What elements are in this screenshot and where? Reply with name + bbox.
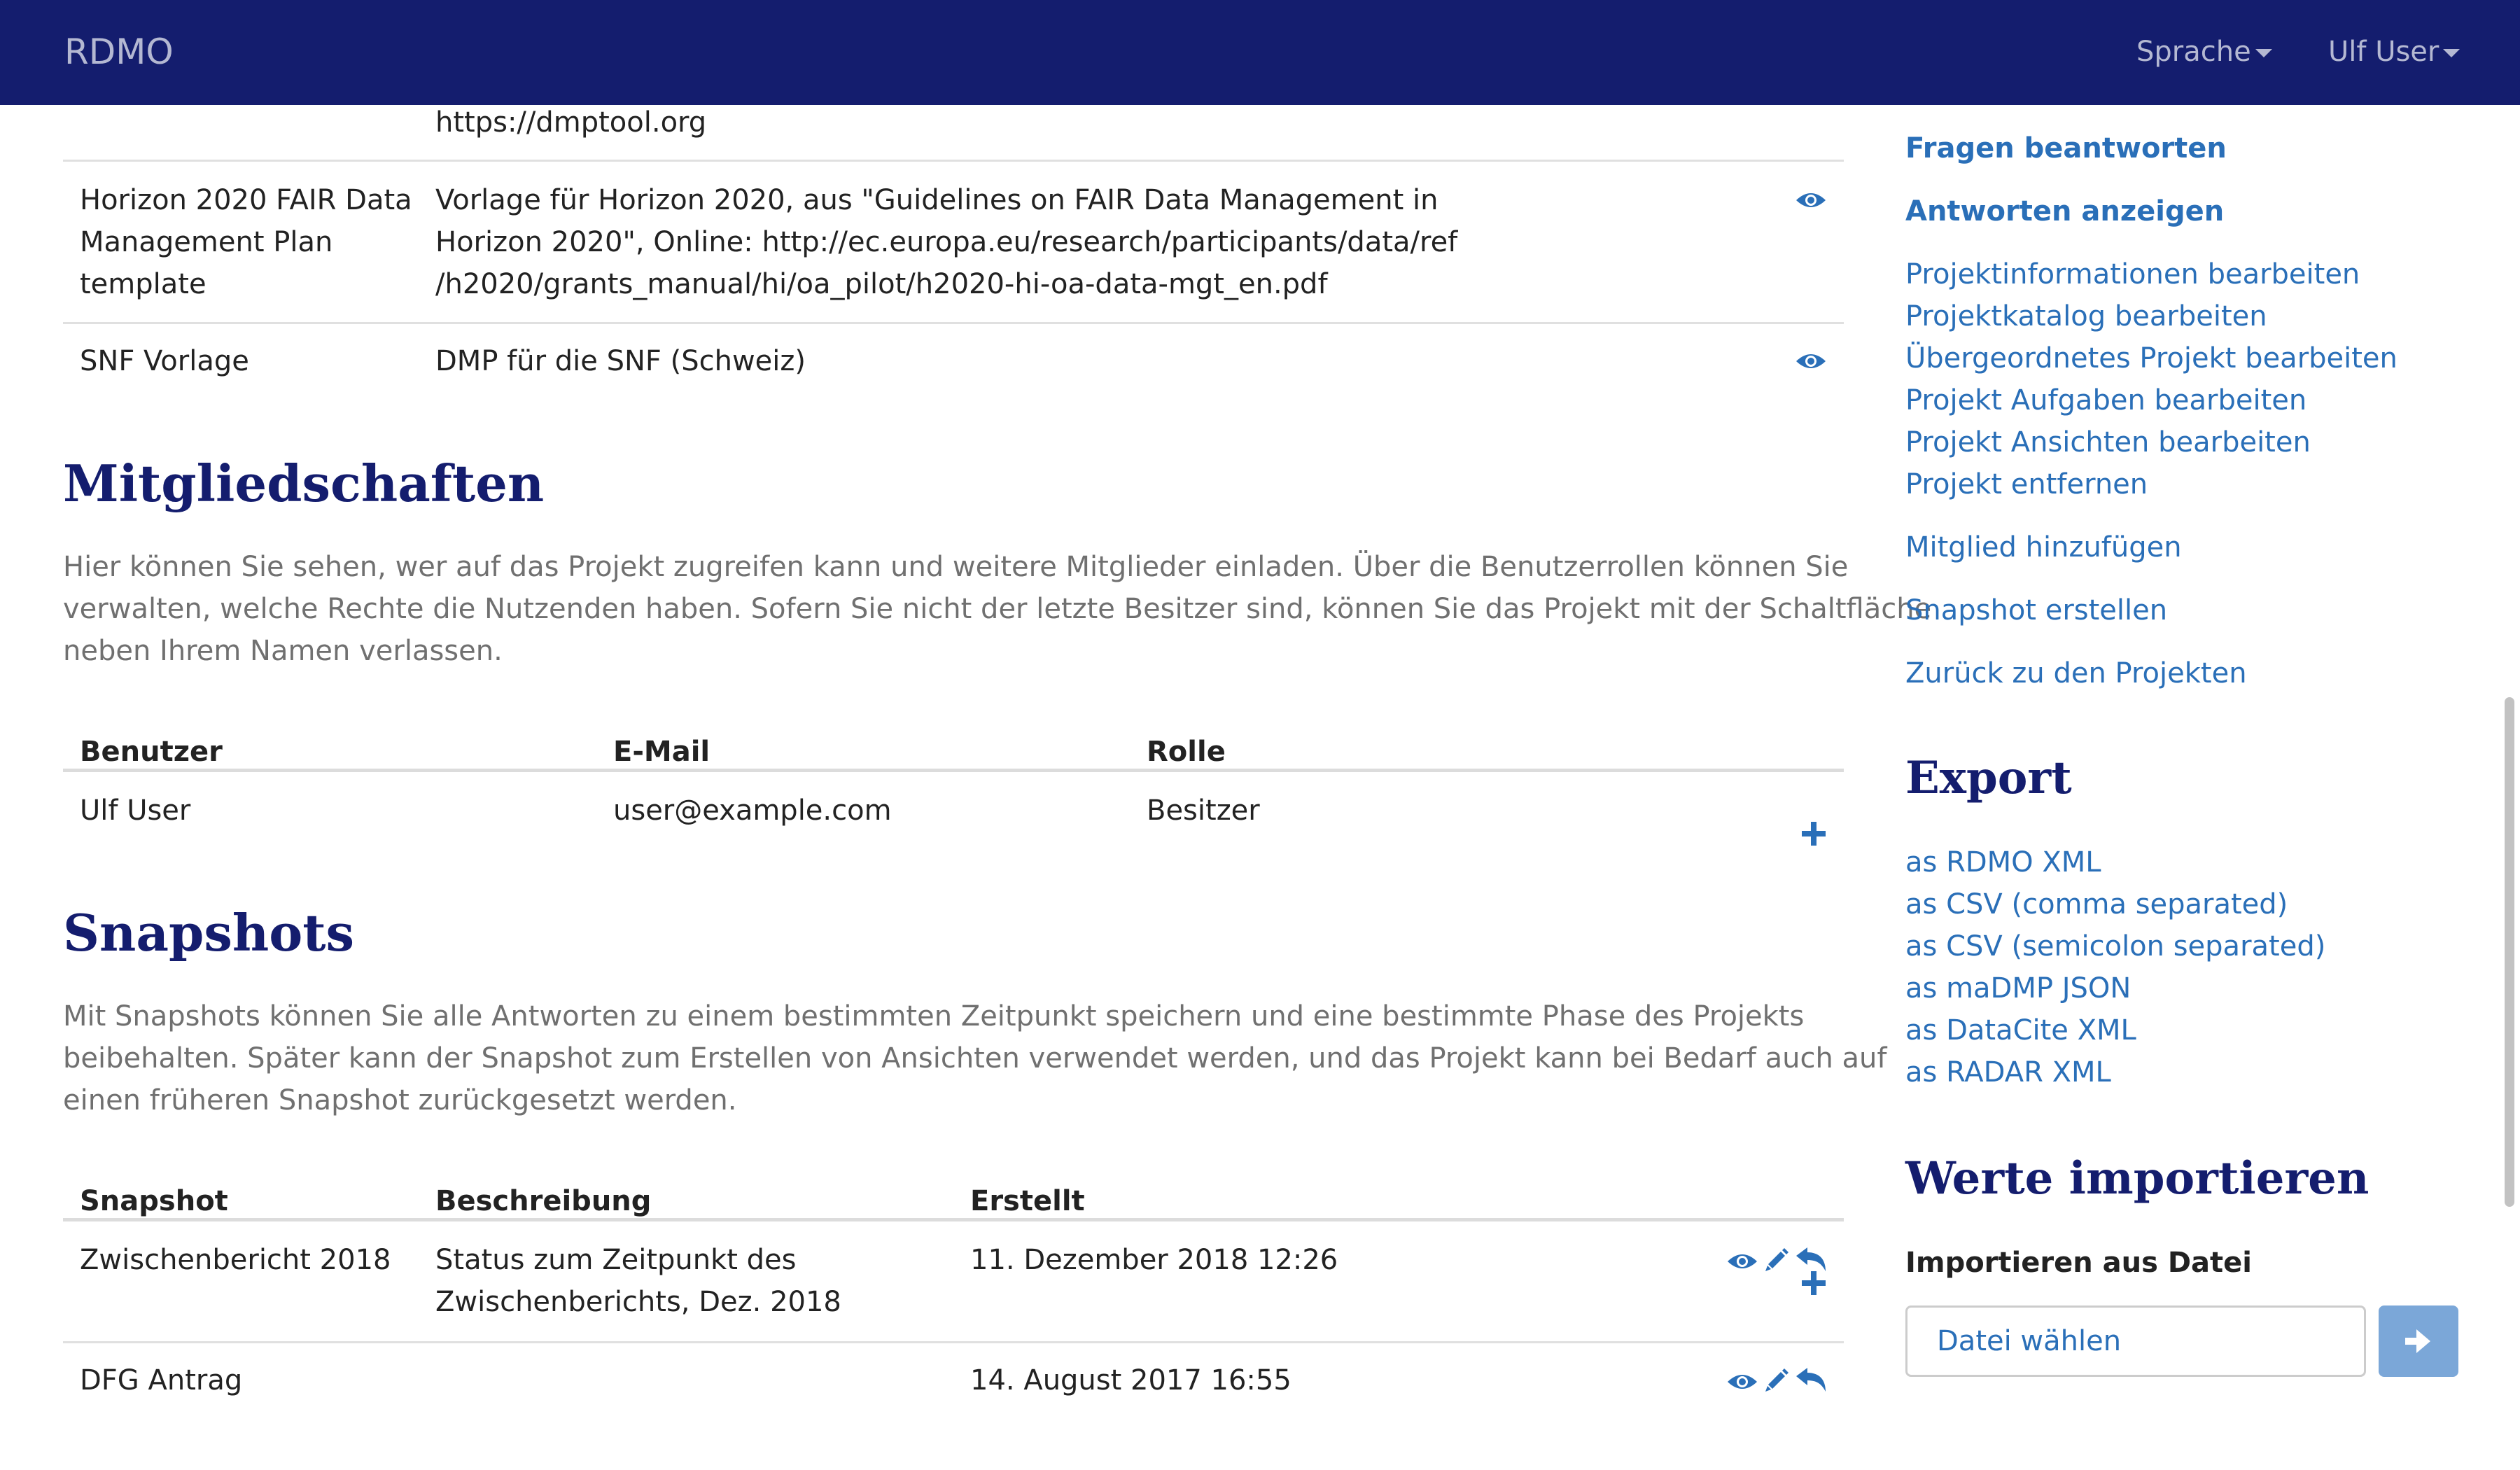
column-header-description: Beschreibung (435, 1185, 652, 1217)
plus-icon[interactable] (1802, 1271, 1826, 1295)
snapshots-intro-line: beibehalten. Später kann der Snapshot zu… (63, 1042, 1887, 1074)
caret-down-icon (2255, 49, 2272, 57)
eye-icon[interactable] (1795, 188, 1827, 212)
column-header-role: Rolle (1147, 736, 1226, 768)
table-divider (63, 160, 1844, 162)
export-heading: Export (1905, 752, 2072, 804)
memberships-intro-line: Hier können Sie sehen, wer auf das Proje… (63, 551, 1849, 583)
template-description-line: /h2020/grants_manual/hi/oa_pilot/h2020-h… (435, 268, 1328, 300)
sidebar-link-edit-catalog[interactable]: Projektkatalog bearbeiten (1905, 295, 2267, 337)
export-link-radar-xml[interactable]: as RADAR XML (1905, 1051, 2111, 1093)
template-link-horizon2020-line2[interactable]: Management Plan (80, 221, 332, 263)
import-heading: Werte importieren (1905, 1152, 2370, 1205)
sidebar-link-edit-views[interactable]: Projekt Ansichten bearbeiten (1905, 421, 2311, 463)
snapshot-description-line: Status zum Zeitpunkt des (435, 1244, 797, 1276)
snapshot-created: 14. August 2017 16:55 (970, 1364, 1292, 1396)
template-description-line: Vorlage für Horizon 2020, aus "Guideline… (435, 184, 1438, 216)
column-header-user: Benutzer (80, 736, 223, 768)
sidebar-link-back-to-projects[interactable]: Zurück zu den Projekten (1905, 652, 2247, 694)
member-email-link[interactable]: user@example.com (613, 790, 892, 832)
sidebar-link-edit-information[interactable]: Projektinformationen bearbeiten (1905, 253, 2360, 295)
memberships-heading: Mitgliedschaften (63, 454, 545, 513)
template-link-horizon2020-line1[interactable]: Horizon 2020 FAIR Data (80, 179, 412, 221)
memberships-intro-line: verwalten, welche Rechte die Nutzenden h… (63, 593, 1932, 625)
arrow-right-icon (2405, 1329, 2430, 1353)
member-role: Besitzer (1147, 794, 1260, 827)
table-divider (63, 1341, 1844, 1343)
snapshot-name: Zwischenbericht 2018 (80, 1244, 391, 1276)
template-link-snf[interactable]: SNF Vorlage (80, 340, 249, 382)
template-link-horizon2020-line3[interactable]: template (80, 263, 206, 305)
template-description-line: DMP für die SNF (Schweiz) (435, 345, 806, 377)
eye-icon[interactable] (1726, 1250, 1758, 1273)
pencil-icon[interactable] (1763, 1366, 1791, 1394)
snapshot-description-line: Zwischenberichts, Dez. 2018 (435, 1286, 841, 1318)
eye-icon[interactable] (1795, 349, 1827, 373)
sidebar-link-add-member[interactable]: Mitglied hinzufügen (1905, 526, 2182, 568)
file-input[interactable]: Datei wählen (1905, 1306, 2366, 1377)
sidebar-link-answer-questions[interactable]: Fragen beantworten (1905, 127, 2227, 169)
table-header-divider (63, 769, 1844, 772)
sidebar-link-edit-parent[interactable]: Übergeordnetes Projekt bearbeiten (1905, 337, 2398, 379)
brand-logo[interactable]: RDMO (64, 31, 174, 73)
export-link-datacite-xml[interactable]: as DataCite XML (1905, 1009, 2136, 1051)
user-dropdown[interactable]: Ulf User (2328, 32, 2460, 71)
export-link-csv-comma[interactable]: as CSV (comma separated) (1905, 883, 2288, 925)
sidebar-link-view-answers[interactable]: Antworten anzeigen (1905, 190, 2224, 232)
file-input-button-label: Datei wählen (1937, 1325, 2122, 1357)
import-file-label: Importieren aus Datei (1905, 1247, 2252, 1279)
reply-icon[interactable] (1795, 1246, 1827, 1274)
language-dropdown[interactable]: Sprache (2136, 32, 2272, 71)
sidebar-link-edit-tasks[interactable]: Projekt Aufgaben bearbeiten (1905, 379, 2306, 421)
template-description-partial: https://dmptool.org (435, 106, 707, 139)
sidebar-link-delete-project[interactable]: Projekt entfernen (1905, 463, 2148, 505)
navbar: RDMO Sprache Ulf User (0, 0, 2520, 105)
pencil-icon[interactable] (1763, 1246, 1791, 1274)
eye-icon[interactable] (1726, 1370, 1758, 1394)
caret-down-icon (2443, 49, 2460, 57)
export-link-csv-semicolon[interactable]: as CSV (semicolon separated) (1905, 925, 2325, 967)
table-divider (63, 322, 1844, 324)
scrollbar-thumb[interactable] (2505, 697, 2514, 1207)
plus-icon[interactable] (1802, 822, 1826, 846)
language-dropdown-label: Sprache (2136, 36, 2251, 68)
export-link-rdmo-xml[interactable]: as RDMO XML (1905, 841, 2101, 883)
template-description-line: Horizon 2020", Online: http://ec.europa.… (435, 226, 1458, 258)
column-header-snapshot: Snapshot (80, 1185, 228, 1217)
table-header-divider (63, 1218, 1844, 1222)
memberships-intro-line: neben Ihrem Namen verlassen. (63, 635, 503, 667)
import-submit-button[interactable] (2379, 1306, 2458, 1377)
snapshots-intro-line: Mit Snapshots können Sie alle Antworten … (63, 1000, 1805, 1032)
column-header-created: Erstellt (970, 1185, 1085, 1217)
snapshot-name: DFG Antrag (80, 1364, 243, 1396)
member-user: Ulf User (80, 794, 191, 827)
snapshots-intro-line: einen früheren Snapshot zurückgesetzt we… (63, 1084, 737, 1116)
sidebar-link-create-snapshot[interactable]: Snapshot erstellen (1905, 589, 2167, 631)
reply-icon[interactable] (1795, 1366, 1827, 1394)
snapshots-heading: Snapshots (63, 903, 355, 962)
snapshot-created: 11. Dezember 2018 12:26 (970, 1244, 1338, 1276)
export-link-madmp-json[interactable]: as maDMP JSON (1905, 967, 2131, 1009)
user-dropdown-label: Ulf User (2328, 36, 2440, 68)
column-header-email: E-Mail (613, 736, 710, 768)
